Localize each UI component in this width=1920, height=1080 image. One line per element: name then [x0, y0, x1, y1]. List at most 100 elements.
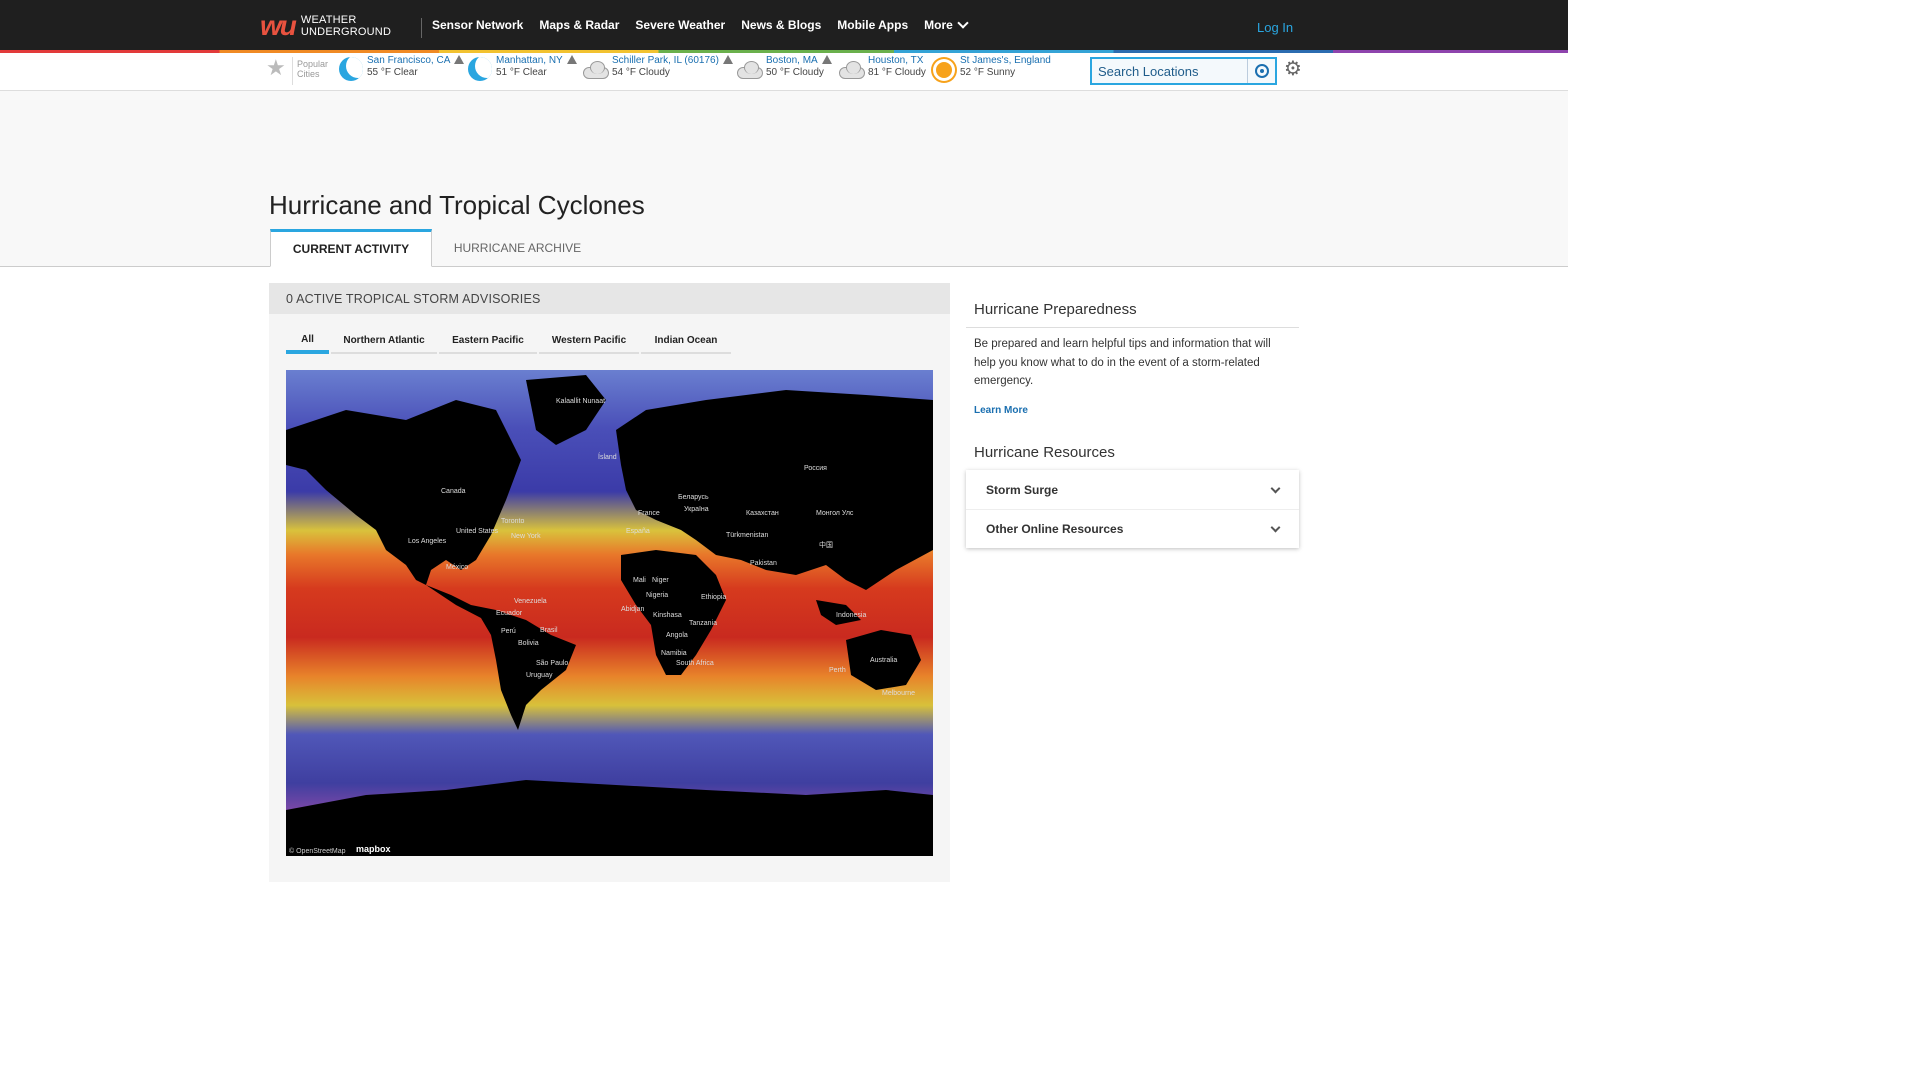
alert-icon	[821, 55, 832, 64]
map-label: Mali	[633, 577, 646, 584]
alert-icon	[566, 55, 577, 64]
popular-divider	[292, 57, 293, 85]
map-label: España	[626, 528, 650, 535]
city-conditions: 54 °F Cloudy	[612, 67, 670, 78]
moon-icon	[337, 55, 365, 83]
advisories-heading: 0 ACTIVE TROPICAL STORM ADVISORIES	[269, 283, 950, 314]
nav-sensor-network[interactable]: Sensor Network	[432, 18, 523, 32]
resources-title: Hurricane Resources	[974, 444, 1115, 461]
tab-current-activity[interactable]: CURRENT ACTIVITY	[270, 229, 432, 267]
map-label: 中国	[819, 542, 833, 549]
city-item-san-francisco[interactable]: San Francisco, CA 55 °F Clear	[337, 55, 465, 83]
city-conditions: 81 °F Cloudy	[868, 67, 926, 78]
locate-me-button[interactable]	[1247, 59, 1275, 83]
city-conditions: 52 °F Sunny	[960, 67, 1016, 78]
sun-icon	[930, 55, 958, 83]
map-label: Türkmenistan	[726, 532, 769, 539]
basin-tab-all[interactable]: All	[286, 328, 329, 354]
nav-divider	[421, 18, 422, 38]
tab-hurricane-archive[interactable]: HURRICANE ARCHIVE	[440, 229, 595, 267]
city-name: San Francisco, CA	[367, 55, 451, 66]
map-label: Казахстан	[746, 510, 779, 517]
map-label: México	[446, 564, 469, 571]
mapbox-logo[interactable]: mapbox	[356, 844, 391, 854]
map-label: Venezuela	[514, 598, 547, 605]
nav-news-blogs[interactable]: News & Blogs	[741, 18, 821, 32]
map-label: Nigeria	[646, 592, 669, 599]
map-label: Abidjan	[621, 606, 645, 613]
map-label: Canada	[441, 488, 466, 495]
city-item-houston[interactable]: Houston, TX 81 °F Cloudy	[838, 55, 926, 83]
nav-more-menu[interactable]: More	[924, 17, 969, 32]
map-label: Perth	[829, 667, 846, 674]
accordion-label: Other Online Resources	[986, 522, 1124, 536]
map-label: Ecuador	[496, 610, 523, 617]
cloud-icon	[838, 55, 866, 83]
top-navigation-bar: wu WEATHER UNDERGROUND Sensor Network Ma…	[0, 0, 1568, 50]
sea-surface-temperature-map[interactable]: Kalaallit Nunaat Ísland Canada Россия Un…	[286, 370, 933, 856]
city-conditions: 50 °F Cloudy	[766, 67, 824, 78]
search-location-field[interactable]: Search Locations	[1090, 57, 1277, 85]
map-label: Namibia	[661, 650, 687, 657]
map-label: Tanzania	[689, 620, 718, 627]
preparedness-title: Hurricane Preparedness	[966, 301, 1299, 328]
map-label: Ísland	[598, 454, 617, 461]
map-label: New York	[511, 533, 541, 540]
favorite-star-icon[interactable]: ★	[266, 57, 286, 79]
popular-cities-bar: ★ Popular Cities San Francisco, CA 55 °F…	[0, 53, 1568, 91]
basin-tab-northern-atlantic[interactable]: Northern Atlantic	[331, 328, 437, 354]
map-label: Uruguay	[526, 672, 553, 679]
map-label: Kinshasa	[653, 612, 682, 619]
chevron-down-icon	[957, 17, 969, 29]
chevron-down-icon	[1270, 483, 1281, 493]
city-item-schiller-park[interactable]: Schiller Park, IL (60176) 54 °F Cloudy	[582, 55, 733, 83]
city-name: Schiller Park, IL (60176)	[612, 55, 719, 66]
accordion-other-online-resources[interactable]: Other Online Resources	[966, 509, 1299, 548]
nav-severe-weather[interactable]: Severe Weather	[635, 18, 725, 32]
basin-tab-indian-ocean[interactable]: Indian Ocean	[641, 328, 731, 354]
map-attribution[interactable]: © OpenStreetMap	[286, 847, 349, 856]
map-label: Perú	[501, 628, 516, 635]
map-label: France	[638, 510, 660, 517]
accordion-label: Storm Surge	[986, 482, 1059, 497]
cloud-icon	[582, 55, 610, 83]
map-label: Монгол Улс	[816, 510, 854, 517]
main-nav: Sensor Network Maps & Radar Severe Weath…	[432, 0, 969, 50]
alert-icon	[454, 55, 465, 64]
map-label: Россия	[804, 465, 827, 472]
city-conditions: 51 °F Clear	[496, 67, 547, 78]
city-item-boston[interactable]: Boston, MA 50 °F Cloudy	[736, 55, 832, 83]
learn-more-link[interactable]: Learn More	[974, 405, 1028, 416]
gear-icon[interactable]: ⚙	[1284, 59, 1302, 79]
map-label: South Africa	[676, 660, 714, 667]
alert-icon	[722, 55, 733, 64]
nav-mobile-apps[interactable]: Mobile Apps	[837, 18, 908, 32]
basin-filter-tabs: All Northern Atlantic Eastern Pacific We…	[286, 328, 733, 354]
basin-tab-eastern-pacific[interactable]: Eastern Pacific	[439, 328, 537, 354]
map-label: Brasil	[540, 627, 558, 634]
accordion-storm-surge[interactable]: Storm Surge	[966, 470, 1299, 509]
resources-accordion: Storm Surge Other Online Resources	[966, 470, 1299, 548]
map-label: Bolivia	[518, 640, 539, 647]
weather-underground-logo[interactable]: wu WEATHER UNDERGROUND	[260, 11, 391, 41]
nav-maps-radar[interactable]: Maps & Radar	[539, 18, 619, 32]
city-item-st-james[interactable]: St James's, England 52 °F Sunny	[930, 55, 1051, 83]
popular-cities-label: Popular Cities	[297, 59, 329, 79]
logo-mark: wu	[260, 10, 297, 41]
city-conditions: 55 °F Clear	[367, 67, 418, 78]
storm-advisories-panel: 0 ACTIVE TROPICAL STORM ADVISORIES All N…	[269, 283, 950, 882]
map-label: Angola	[666, 632, 688, 639]
city-name: Houston, TX	[868, 55, 924, 66]
city-item-manhattan[interactable]: Manhattan, NY 51 °F Clear	[466, 55, 577, 83]
city-name: Manhattan, NY	[496, 55, 563, 66]
search-input[interactable]: Search Locations	[1092, 64, 1247, 79]
map-label: Україна	[684, 506, 709, 513]
map-label: Niger	[652, 577, 669, 584]
nav-more-label: More	[924, 18, 953, 32]
crosshair-location-icon	[1254, 64, 1269, 78]
page-header-area	[0, 91, 1568, 267]
map-label: Pakistan	[750, 560, 777, 567]
basin-tab-western-pacific[interactable]: Western Pacific	[539, 328, 639, 354]
city-name: St James's, England	[960, 55, 1051, 66]
login-link[interactable]: Log In	[1257, 20, 1293, 35]
